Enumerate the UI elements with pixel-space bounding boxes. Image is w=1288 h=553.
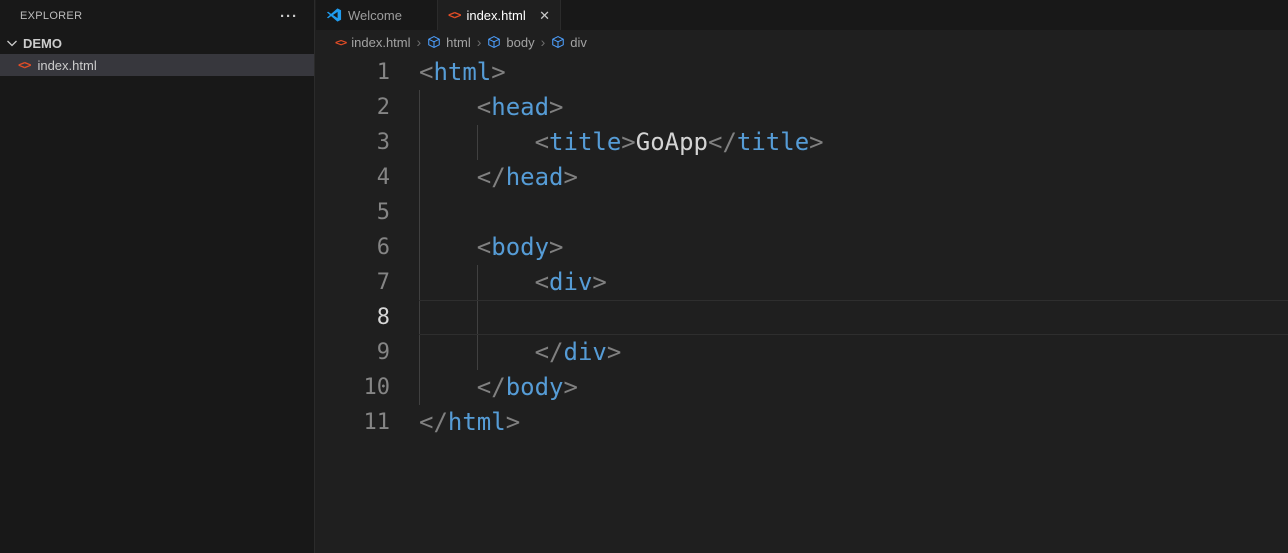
explorer-title: EXPLORER (20, 10, 82, 22)
line-number: 2 (316, 90, 390, 125)
tab-bar: Welcome <> index.html ✕ (316, 0, 1288, 30)
symbol-cube-icon (551, 35, 565, 49)
line-number: 8 (316, 300, 390, 335)
code-line-2[interactable]: 2 <head> (316, 90, 1288, 125)
code-editor[interactable]: 1<html>2 <head>3 <title>GoApp</title>4 <… (316, 54, 1288, 553)
breadcrumb-label: body (506, 35, 534, 50)
symbol-cube-icon (487, 35, 501, 49)
line-content: <body> (390, 230, 564, 265)
code-line-3[interactable]: 3 <title>GoApp</title> (316, 125, 1288, 160)
line-number: 7 (316, 265, 390, 300)
breadcrumb-separator: › (417, 34, 422, 50)
folder-name: DEMO (23, 36, 62, 51)
symbol-cube-icon (427, 35, 441, 49)
line-content: <html> (390, 55, 506, 90)
line-number: 4 (316, 160, 390, 195)
breadcrumb-separator: › (541, 34, 546, 50)
explorer-header: EXPLORER ··· (0, 0, 314, 32)
breadcrumb-item-file[interactable]: <> index.html (335, 35, 411, 50)
code-line-11[interactable]: 11</html> (316, 405, 1288, 440)
code-line-6[interactable]: 6 <body> (316, 230, 1288, 265)
code-line-7[interactable]: 7 <div> (316, 265, 1288, 300)
code-line-10[interactable]: 10 </body> (316, 370, 1288, 405)
line-number: 1 (316, 55, 390, 90)
breadcrumb-label: index.html (351, 35, 410, 50)
html-file-icon: <> (448, 9, 460, 21)
indent-guide (477, 125, 478, 160)
vscode-logo-icon (326, 7, 342, 23)
line-number: 10 (316, 370, 390, 405)
explorer-sidebar: EXPLORER ··· DEMO <> index.html (0, 0, 315, 553)
tab-label: index.html (466, 8, 525, 23)
line-content: <head> (390, 90, 564, 125)
line-number: 9 (316, 335, 390, 370)
line-content: <div> (390, 265, 607, 300)
code-line-1[interactable]: 1<html> (316, 55, 1288, 90)
line-number: 5 (316, 195, 390, 230)
breadcrumb-label: html (446, 35, 471, 50)
code-line-5[interactable]: 5 (316, 195, 1288, 230)
breadcrumb-label: div (570, 35, 587, 50)
code-line-9[interactable]: 9 </div> (316, 335, 1288, 370)
current-line-highlight (419, 300, 1288, 335)
line-number: 3 (316, 125, 390, 160)
code-lines: 1<html>2 <head>3 <title>GoApp</title>4 <… (316, 55, 1288, 440)
sidebar-folder-demo[interactable]: DEMO (0, 32, 314, 54)
code-line-4[interactable]: 4 </head> (316, 160, 1288, 195)
breadcrumb-item-html[interactable]: html (427, 35, 471, 50)
tab-label: Welcome (348, 8, 402, 23)
sidebar-file-index-html[interactable]: <> index.html (0, 54, 314, 76)
tab-index-html[interactable]: <> index.html ✕ (438, 0, 561, 30)
editor-group: Welcome <> index.html ✕ <> index.html › … (316, 0, 1288, 553)
line-content: </html> (390, 405, 520, 440)
html-file-icon: <> (18, 59, 30, 71)
breadcrumb-item-body[interactable]: body (487, 35, 534, 50)
line-number: 11 (316, 405, 390, 440)
file-name: index.html (37, 58, 96, 73)
indent-guide (419, 90, 420, 405)
line-content (390, 195, 419, 230)
close-tab-icon[interactable]: ✕ (539, 9, 550, 22)
html-file-icon: <> (335, 37, 346, 48)
breadcrumb-item-div[interactable]: div (551, 35, 587, 50)
breadcrumb-separator: › (477, 34, 482, 50)
line-content (390, 300, 419, 335)
line-content: <title>GoApp</title> (390, 125, 824, 160)
breadcrumb: <> index.html › html › body › (316, 30, 1288, 54)
line-number: 6 (316, 230, 390, 265)
line-content: </div> (390, 335, 621, 370)
tab-welcome[interactable]: Welcome (316, 0, 438, 30)
more-actions-icon[interactable]: ··· (280, 9, 298, 24)
chevron-down-icon (4, 35, 20, 51)
